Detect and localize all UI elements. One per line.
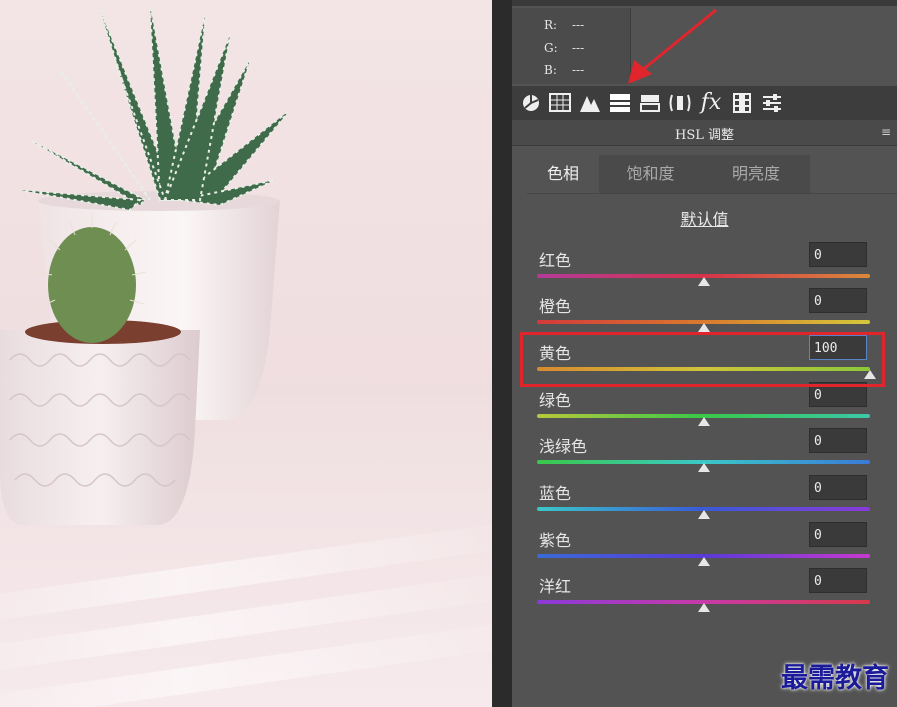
tab-divider [527, 193, 897, 194]
lens-corrections-icon[interactable] [668, 91, 692, 115]
top-bar [512, 0, 897, 6]
color-label: 紫色 [539, 531, 572, 550]
color-label: 红色 [539, 251, 572, 270]
defaults-link[interactable]: 默认值 [512, 206, 897, 230]
rgb-readout: R: --- G: --- B: --- [512, 8, 631, 84]
color-label: 蓝色 [539, 484, 572, 503]
color-label: 洋红 [539, 577, 572, 596]
haworthia-plant [19, 4, 291, 212]
panel-menu-icon[interactable]: ≡ [881, 125, 891, 139]
slider-thumb[interactable] [697, 417, 710, 426]
color-label: 绿色 [539, 391, 572, 410]
hsl-tabs: 色相 饱和度 明亮度 [527, 155, 810, 193]
panel-title: HSL 调整 [674, 128, 734, 143]
tone-curve-icon[interactable] [548, 91, 572, 115]
value-input[interactable]: 0 [809, 475, 867, 500]
slider-thumb[interactable] [697, 323, 710, 332]
color-label: 浅绿色 [539, 437, 588, 456]
split-toning-icon[interactable] [638, 91, 662, 115]
panel-title-bar: HSL 调整 ≡ [512, 120, 897, 146]
presets-icon[interactable] [760, 91, 784, 115]
hue-row-red: 红色 0 [512, 242, 897, 288]
highlight-box [520, 332, 885, 387]
rgb-row-r: R: --- [544, 18, 585, 32]
hue-row-purple: 紫色 0 [512, 522, 897, 568]
hsl-icon[interactable] [608, 91, 632, 115]
tab-hue[interactable]: 色相 [527, 155, 599, 193]
effects-icon[interactable]: fx [698, 91, 724, 115]
panel-toolbar: fx [512, 86, 897, 120]
photo-preview [0, 0, 492, 707]
value-input[interactable]: 0 [809, 242, 867, 267]
value-input[interactable]: 0 [809, 522, 867, 547]
hue-row-aqua: 浅绿色 0 [512, 428, 897, 474]
camera-calibration-icon[interactable] [730, 91, 754, 115]
hue-row-magenta: 洋红 0 [512, 568, 897, 614]
rgb-row-b: B: --- [544, 63, 585, 77]
value-input[interactable]: 0 [809, 428, 867, 453]
value-input[interactable]: 0 [809, 288, 867, 313]
hue-row-green: 绿色 0 [512, 382, 897, 428]
slider-thumb[interactable] [697, 510, 710, 519]
value-input[interactable]: 0 [809, 568, 867, 593]
watermark: 最需教育 [781, 663, 889, 694]
detail-icon[interactable] [578, 91, 602, 115]
tab-saturation[interactable]: 饱和度 [599, 155, 702, 193]
plant-illustration [0, 4, 291, 525]
tab-luminance[interactable]: 明亮度 [702, 155, 810, 193]
slider-thumb[interactable] [697, 463, 710, 472]
slider-thumb[interactable] [697, 603, 710, 612]
hue-row-blue: 蓝色 0 [512, 475, 897, 521]
cactus [48, 227, 136, 343]
rgb-row-g: G: --- [544, 41, 585, 55]
slider-thumb[interactable] [697, 557, 710, 566]
color-label: 橙色 [539, 297, 572, 316]
basic-icon[interactable] [520, 91, 542, 115]
panel-divider [492, 0, 512, 707]
slider-thumb[interactable] [697, 277, 710, 286]
hue-row-orange: 橙色 0 [512, 288, 897, 334]
